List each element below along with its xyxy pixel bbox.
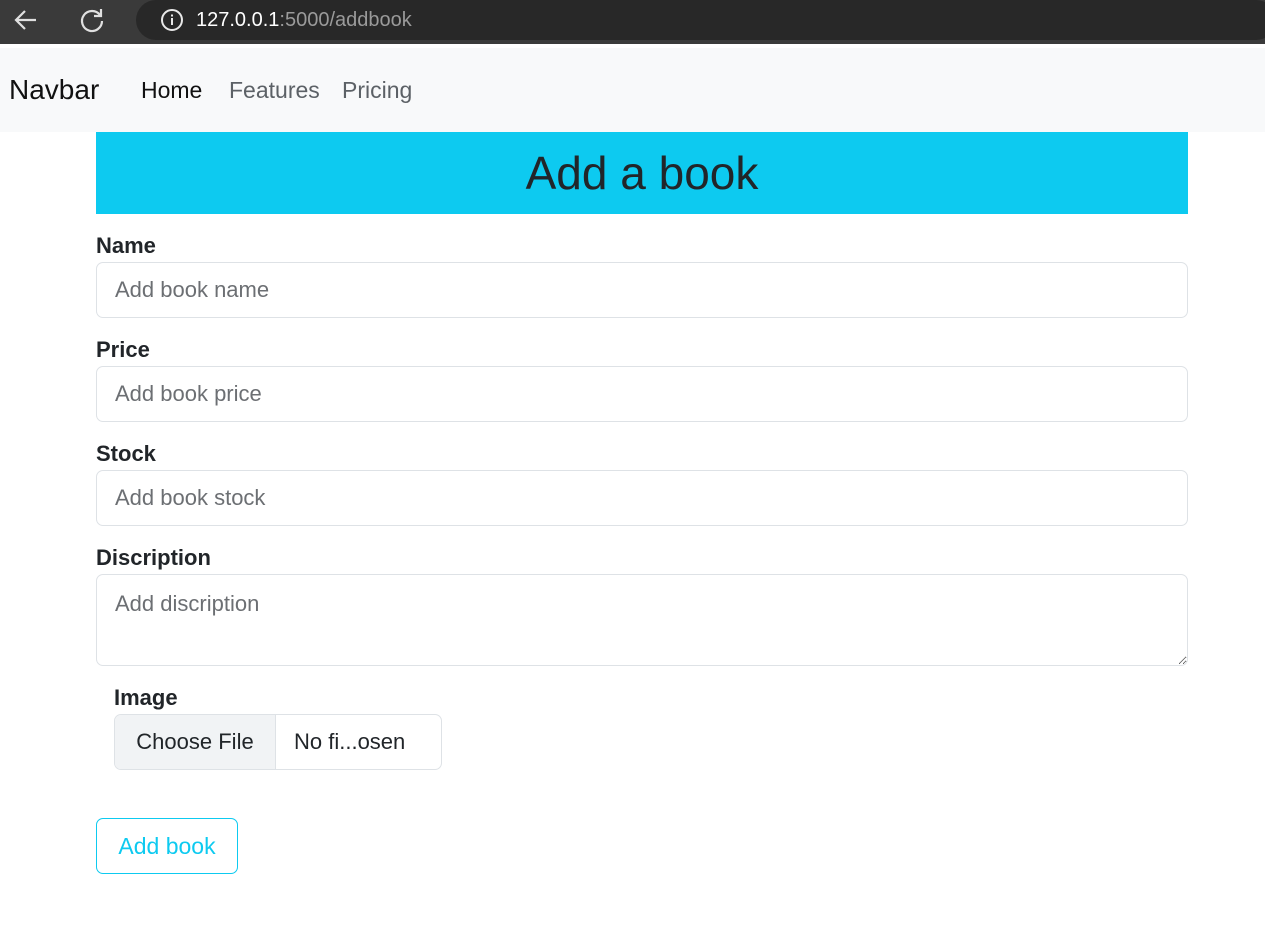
name-input[interactable] — [96, 262, 1188, 318]
navbar-brand[interactable]: Navbar — [9, 74, 99, 106]
reload-icon — [80, 9, 104, 33]
nav-link-features[interactable]: Features — [229, 77, 320, 104]
page-header-banner: Add a book — [96, 132, 1188, 214]
description-label: Discription — [96, 545, 211, 570]
browser-toolbar: 127.0.0.1:5000/addbook — [0, 0, 1265, 44]
url-path: :5000/addbook — [279, 8, 412, 31]
nav-link-home[interactable]: Home — [141, 77, 202, 104]
reload-button[interactable] — [72, 0, 112, 40]
price-label: Price — [96, 337, 150, 362]
image-label: Image — [114, 685, 178, 710]
info-icon[interactable] — [160, 8, 184, 32]
choose-file-button[interactable]: Choose File — [115, 715, 276, 769]
stock-label: Stock — [96, 441, 156, 466]
nav-link-pricing[interactable]: Pricing — [342, 77, 412, 104]
page-title: Add a book — [525, 147, 759, 199]
add-book-button[interactable]: Add book — [96, 818, 238, 874]
price-input[interactable] — [96, 366, 1188, 422]
back-button[interactable] — [6, 0, 46, 40]
url-host: 127.0.0.1 — [196, 8, 280, 31]
address-bar[interactable]: 127.0.0.1:5000/addbook — [136, 0, 1265, 40]
arrow-left-icon — [14, 10, 36, 30]
file-status-text: No fi...osen — [294, 729, 406, 754]
image-file-input[interactable]: Choose File No fi...osen — [114, 714, 442, 770]
stock-input[interactable] — [96, 470, 1188, 526]
name-label: Name — [96, 233, 156, 258]
url-text: 127.0.0.1:5000/addbook — [196, 9, 412, 32]
description-textarea[interactable] — [96, 574, 1188, 666]
navbar: Navbar Home Features Pricing — [0, 48, 1265, 132]
